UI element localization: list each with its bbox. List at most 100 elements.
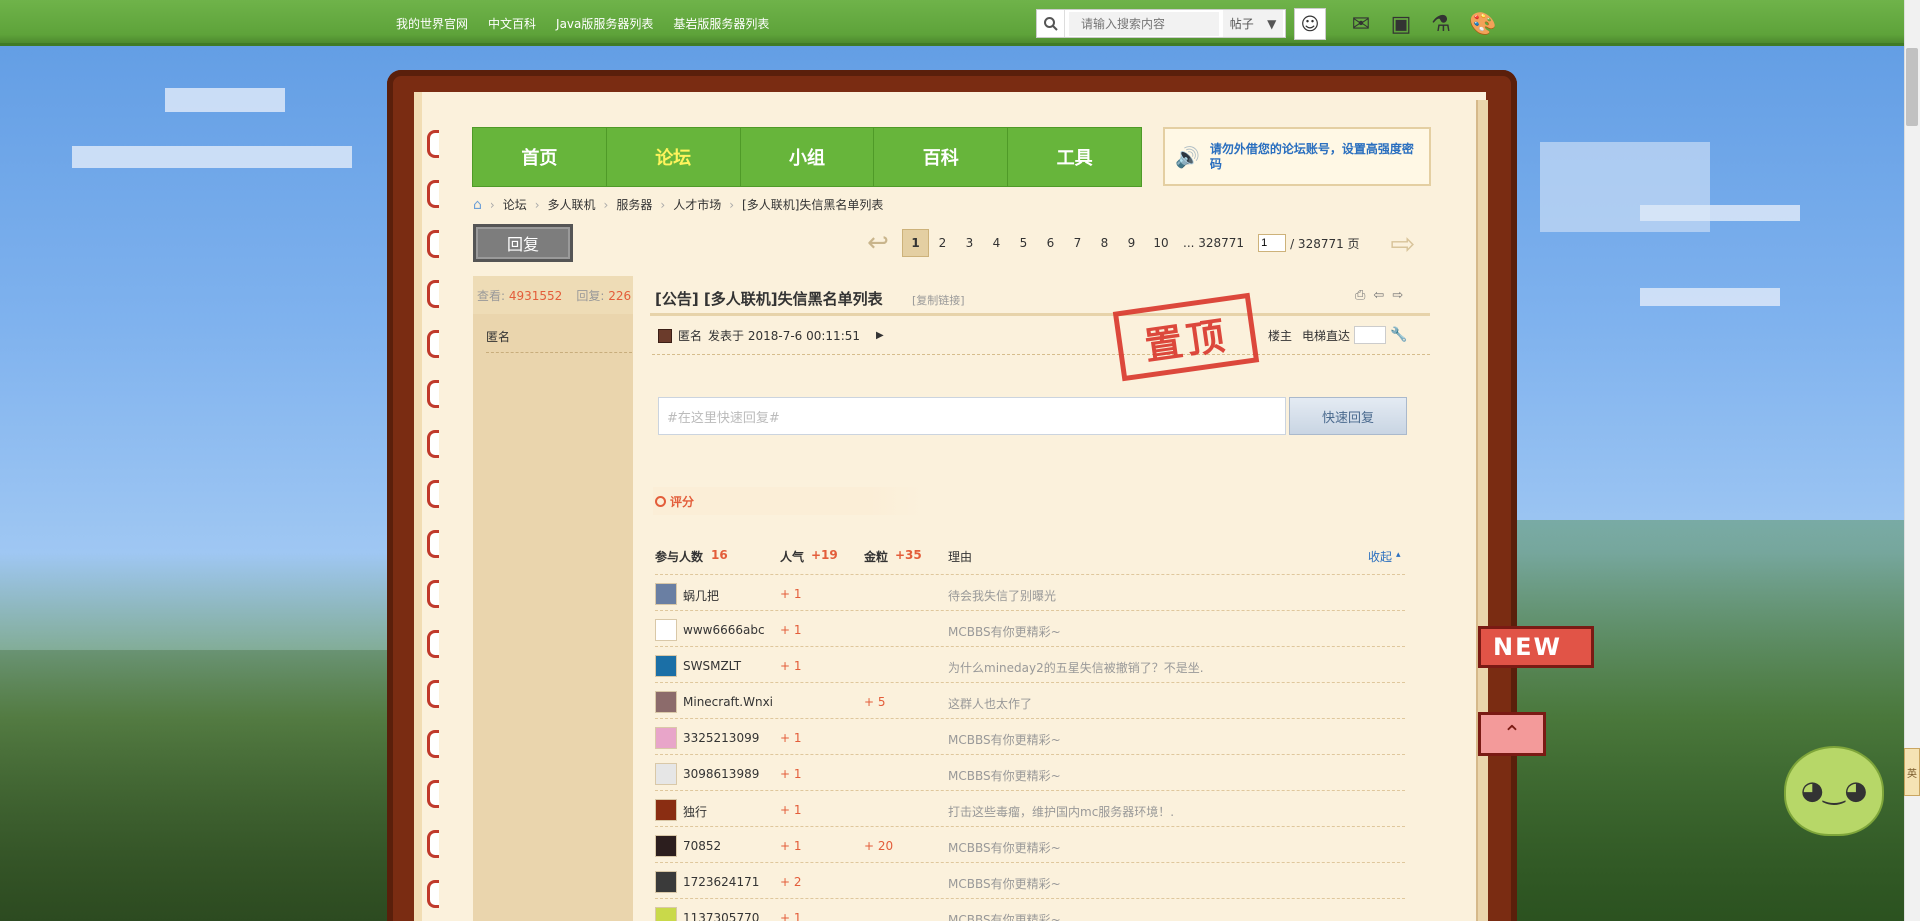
breadcrumb-servers[interactable]: 服务器 bbox=[616, 196, 652, 213]
new-flag[interactable]: NEW bbox=[1478, 626, 1594, 668]
page-link[interactable]: 1 bbox=[902, 229, 929, 257]
rater-name[interactable]: 独行 bbox=[683, 803, 707, 820]
back-icon[interactable]: ↩ bbox=[860, 226, 896, 260]
chevron-down-icon: ▼ bbox=[1267, 16, 1277, 31]
views-count: 4931552 bbox=[508, 288, 563, 303]
user-avatar[interactable]: ☺ bbox=[1294, 8, 1326, 40]
avatar[interactable] bbox=[655, 763, 677, 785]
top-link-java-servers[interactable]: Java版服务器列表 bbox=[556, 15, 653, 32]
back-to-top-icon[interactable]: ⌃ bbox=[1478, 712, 1546, 756]
top-link-bedrock-servers[interactable]: 基岩版服务器列表 bbox=[673, 15, 769, 32]
nav-tools[interactable]: 工具 bbox=[1008, 128, 1141, 186]
home-icon[interactable]: ⌂ bbox=[473, 197, 482, 213]
top-link-official[interactable]: 我的世界官网 bbox=[396, 15, 468, 32]
language-label: 英 bbox=[1907, 768, 1917, 780]
caret-right-icon[interactable]: ▶ bbox=[876, 330, 884, 341]
floor-label: 楼主 bbox=[1268, 328, 1293, 343]
breadcrumb-current[interactable]: [多人联机]失信黑名单列表 bbox=[742, 196, 883, 213]
post-author[interactable]: 匿名 bbox=[678, 327, 702, 344]
rater-name[interactable]: 70852 bbox=[683, 839, 721, 853]
package-icon[interactable]: ▣ bbox=[1386, 9, 1416, 39]
chevron-up-icon[interactable]: ▴ bbox=[1396, 550, 1401, 560]
search-input[interactable] bbox=[1069, 11, 1219, 36]
avatar[interactable] bbox=[655, 799, 677, 821]
page-link[interactable]: 9 bbox=[1118, 229, 1145, 257]
page-link[interactable]: 4 bbox=[983, 229, 1010, 257]
gold-value: + 5 bbox=[864, 695, 886, 709]
page-link[interactable]: 8 bbox=[1091, 229, 1118, 257]
page-link[interactable]: 5 bbox=[1010, 229, 1037, 257]
breadcrumb-forum[interactable]: 论坛 bbox=[503, 196, 527, 213]
pop-value: + 1 bbox=[780, 911, 802, 921]
elevator-input[interactable] bbox=[1354, 326, 1387, 344]
background-trees bbox=[0, 650, 400, 921]
quick-reply-button[interactable]: 快速回复 bbox=[1289, 397, 1407, 435]
reason-text: 打击这些毒瘤，维护国内mc服务器环境！. bbox=[948, 805, 1175, 819]
notice-text[interactable]: 请勿外借您的论坛账号，设置高强度密码 bbox=[1210, 142, 1419, 172]
pop-value: + 1 bbox=[780, 767, 802, 781]
rater-name[interactable]: 3098613989 bbox=[683, 767, 759, 781]
avatar[interactable] bbox=[655, 619, 677, 641]
mascot-image[interactable]: ◕‿◕ bbox=[1784, 746, 1884, 836]
nav-wiki[interactable]: 百科 bbox=[874, 128, 1009, 186]
page-link[interactable]: 3 bbox=[956, 229, 983, 257]
rater-name[interactable]: SWSMZLT bbox=[683, 659, 741, 673]
page-link-last[interactable]: ... 328771 bbox=[1177, 236, 1250, 250]
page-link[interactable]: 2 bbox=[929, 229, 956, 257]
nav-groups[interactable]: 小组 bbox=[741, 128, 875, 186]
breadcrumb-multiplayer[interactable]: 多人联机 bbox=[548, 196, 596, 213]
elevator-label: 电梯直达 bbox=[1302, 328, 1351, 343]
search-type-select[interactable]: 帖子 ▼ bbox=[1223, 10, 1283, 37]
pop-value: + 1 bbox=[780, 839, 802, 853]
top-links: 我的世界官网 中文百科 Java版服务器列表 基岩版服务器列表 bbox=[396, 15, 769, 32]
rater-name[interactable]: Minecraft.Wnxi bbox=[683, 695, 773, 709]
prev-thread-icon[interactable]: ⇦ bbox=[1373, 288, 1384, 303]
collapse-link[interactable]: 收起 bbox=[1368, 548, 1392, 565]
copy-link[interactable]: [复制链接] bbox=[912, 292, 965, 308]
palette-icon[interactable]: 🎨 bbox=[1468, 9, 1498, 39]
rating-row: www6666abc + 1 MCBBS有你更精彩~ bbox=[655, 610, 1405, 646]
rater-name[interactable]: 1137305770 bbox=[683, 911, 759, 921]
avatar[interactable] bbox=[655, 727, 677, 749]
mail-icon[interactable]: ✉ bbox=[1346, 9, 1376, 39]
language-toggle[interactable]: 英 bbox=[1904, 748, 1920, 796]
rater-name[interactable]: 1723624171 bbox=[683, 875, 759, 889]
wrench-icon[interactable]: 🔧 bbox=[1390, 327, 1407, 343]
rater-name[interactable]: www6666abc bbox=[683, 623, 765, 637]
page-link[interactable]: 6 bbox=[1037, 229, 1064, 257]
author-name[interactable]: 匿名 bbox=[486, 328, 510, 345]
reason-text: MCBBS有你更精彩~ bbox=[948, 841, 1061, 855]
avatar[interactable] bbox=[655, 907, 677, 921]
rating-row: 70852 + 1 + 20 MCBBS有你更精彩~ bbox=[655, 826, 1405, 862]
nav-forum[interactable]: 论坛 bbox=[607, 128, 741, 186]
page-link[interactable]: 7 bbox=[1064, 229, 1091, 257]
rating-row: 1723624171 + 2 MCBBS有你更精彩~ bbox=[655, 862, 1405, 898]
search-type-label: 帖子 bbox=[1229, 17, 1254, 31]
page-link[interactable]: 10 bbox=[1145, 229, 1177, 257]
participants-label: 参与人数 bbox=[655, 550, 704, 564]
scrollbar-thumb[interactable] bbox=[1906, 48, 1918, 126]
replies-count: 226 bbox=[608, 288, 632, 303]
search-icon[interactable] bbox=[1037, 10, 1065, 37]
rater-name[interactable]: 蜗几把 bbox=[683, 587, 719, 604]
print-icon[interactable]: ⎙ bbox=[1355, 288, 1365, 303]
potion-icon[interactable]: ⚗ bbox=[1426, 9, 1456, 39]
floor-controls: 楼主 电梯直达 🔧 bbox=[1268, 326, 1407, 344]
breadcrumb-talent-market[interactable]: 人才市场 bbox=[673, 196, 721, 213]
page-jump-input[interactable] bbox=[1258, 234, 1287, 252]
nav-home[interactable]: 首页 bbox=[473, 128, 607, 186]
pop-value: + 1 bbox=[780, 731, 802, 745]
next-thread-icon[interactable]: ⇨ bbox=[1392, 288, 1403, 303]
rater-name[interactable]: 3325213099 bbox=[683, 731, 759, 745]
reply-button[interactable]: 回复 bbox=[473, 224, 573, 262]
avatar[interactable] bbox=[655, 691, 677, 713]
avatar[interactable] bbox=[655, 655, 677, 677]
divider bbox=[486, 352, 632, 353]
avatar[interactable] bbox=[655, 871, 677, 893]
avatar[interactable] bbox=[655, 583, 677, 605]
reason-text: MCBBS有你更精彩~ bbox=[948, 625, 1061, 639]
quick-reply-input[interactable]: #在这里快速回复# bbox=[658, 397, 1286, 435]
avatar[interactable] bbox=[655, 835, 677, 857]
next-page-icon[interactable]: ⇨ bbox=[1376, 227, 1430, 262]
top-link-wiki[interactable]: 中文百科 bbox=[488, 15, 536, 32]
